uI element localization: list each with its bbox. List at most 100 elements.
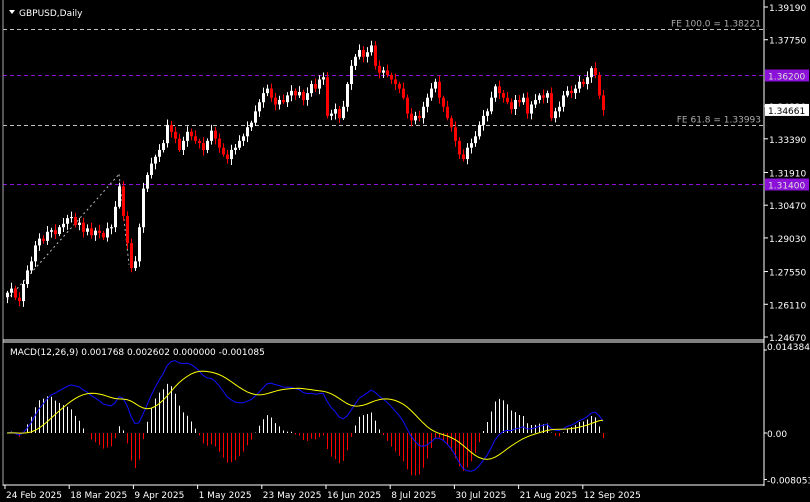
candle-body	[86, 228, 89, 232]
price-tick-label: 1.29030	[769, 235, 806, 245]
candle	[138, 223, 141, 267]
macd-tick-label: 0.014384	[767, 343, 810, 353]
candle-body	[406, 97, 409, 114]
candle-body	[238, 140, 241, 148]
candle-body	[442, 97, 445, 107]
candle-body	[550, 93, 553, 119]
candle-body	[30, 261, 33, 271]
candle-body	[598, 74, 601, 96]
candle-body	[542, 95, 545, 98]
candle-body	[18, 297, 21, 302]
candle-body	[226, 154, 229, 160]
candle-body	[306, 93, 309, 100]
candle-body	[158, 149, 161, 157]
candle-body	[434, 81, 437, 89]
candle-body	[74, 217, 77, 225]
candle-body	[34, 245, 37, 262]
candle-body	[266, 88, 269, 94]
candle-body	[602, 95, 605, 110]
price-tick-label: 1.37750	[769, 37, 806, 47]
candle-body	[38, 238, 41, 246]
macd-tick-label: -0.008053	[767, 476, 810, 486]
candle-body	[166, 124, 169, 144]
candle-body	[378, 65, 381, 73]
candle-body	[338, 109, 341, 119]
candle-body	[174, 131, 177, 139]
candle-body	[394, 79, 397, 85]
candle-body	[230, 149, 233, 160]
candle-body	[6, 292, 9, 298]
price-tick-label: 1.26110	[769, 301, 806, 311]
candle-body	[430, 88, 433, 98]
candle-body	[278, 99, 281, 105]
candle-body	[254, 111, 257, 123]
candle-body	[282, 99, 285, 103]
candle-body	[510, 102, 513, 110]
candle-body	[250, 122, 253, 128]
candle-body	[478, 124, 481, 137]
candle-body	[242, 136, 245, 141]
candle-body	[62, 223, 65, 228]
candle-body	[382, 70, 385, 73]
candle-body	[210, 130, 213, 141]
candle-body	[142, 188, 145, 228]
price-tick-label: 1.30470	[769, 202, 806, 212]
candle-body	[470, 143, 473, 148]
candle-body	[270, 88, 273, 98]
candle-body	[402, 88, 405, 98]
candle-body	[538, 95, 541, 100]
candle-body	[202, 143, 205, 150]
candle-body	[326, 77, 329, 116]
candle-body	[426, 97, 429, 107]
price-tick-label: 1.39190	[769, 4, 806, 14]
candle-body	[482, 115, 485, 125]
candle-body	[422, 106, 425, 119]
candle	[598, 72, 601, 100]
time-tick-label: 23 May 2025	[263, 491, 322, 501]
candle-body	[162, 143, 165, 150]
candle-body	[514, 99, 517, 110]
candle-body	[234, 147, 237, 150]
candle-body	[262, 93, 265, 103]
current-price-label: 1.34661	[768, 107, 805, 117]
candle-body	[114, 206, 117, 228]
candle-body	[566, 90, 569, 96]
time-tick-label: 1 May 2025	[199, 491, 252, 501]
candle-body	[290, 90, 293, 96]
macd-tick-label: 0.00	[767, 430, 787, 440]
price-tick-label: 1.27550	[769, 269, 806, 279]
candle-body	[574, 88, 577, 94]
candle-body	[454, 127, 457, 141]
macd-title: MACD(12,26,9) 0.001768 0.002602 0.000000…	[10, 348, 265, 358]
candle-body	[218, 138, 221, 148]
candle-body	[274, 97, 277, 105]
candle-body	[90, 228, 93, 236]
candle-body	[506, 97, 509, 103]
candle-body	[66, 218, 69, 224]
time-tick-label: 18 Mar 2025	[70, 491, 127, 501]
symbol-title: GBPUSD,Daily	[19, 9, 83, 19]
candle-body	[486, 111, 489, 116]
time-tick-label: 12 Sep 2025	[584, 491, 641, 501]
candle-body	[562, 95, 565, 107]
candle-body	[466, 147, 469, 160]
trading-chart[interactable]: FE 100.0 = 1.38221 FE 61.8 = 1.33993 1.39…	[0, 0, 810, 502]
candle-body	[178, 138, 181, 150]
time-tick-label: 9 Apr 2025	[134, 491, 184, 501]
candle-body	[570, 90, 573, 94]
candle-body	[14, 288, 17, 298]
candle-body	[446, 106, 449, 119]
candle-body	[298, 92, 301, 96]
candle-body	[390, 74, 393, 80]
candle-body	[458, 140, 461, 155]
candle-body	[206, 140, 209, 150]
candle-body	[374, 45, 377, 66]
candle-body	[98, 230, 101, 233]
candle-body	[330, 113, 333, 116]
candle-body	[590, 68, 593, 78]
candle-body	[474, 136, 477, 144]
candle-body	[302, 92, 305, 100]
price-tick-label: 1.31910	[769, 169, 806, 179]
candle-body	[462, 154, 465, 160]
chart-header: GBPUSD,Daily	[9, 9, 83, 19]
